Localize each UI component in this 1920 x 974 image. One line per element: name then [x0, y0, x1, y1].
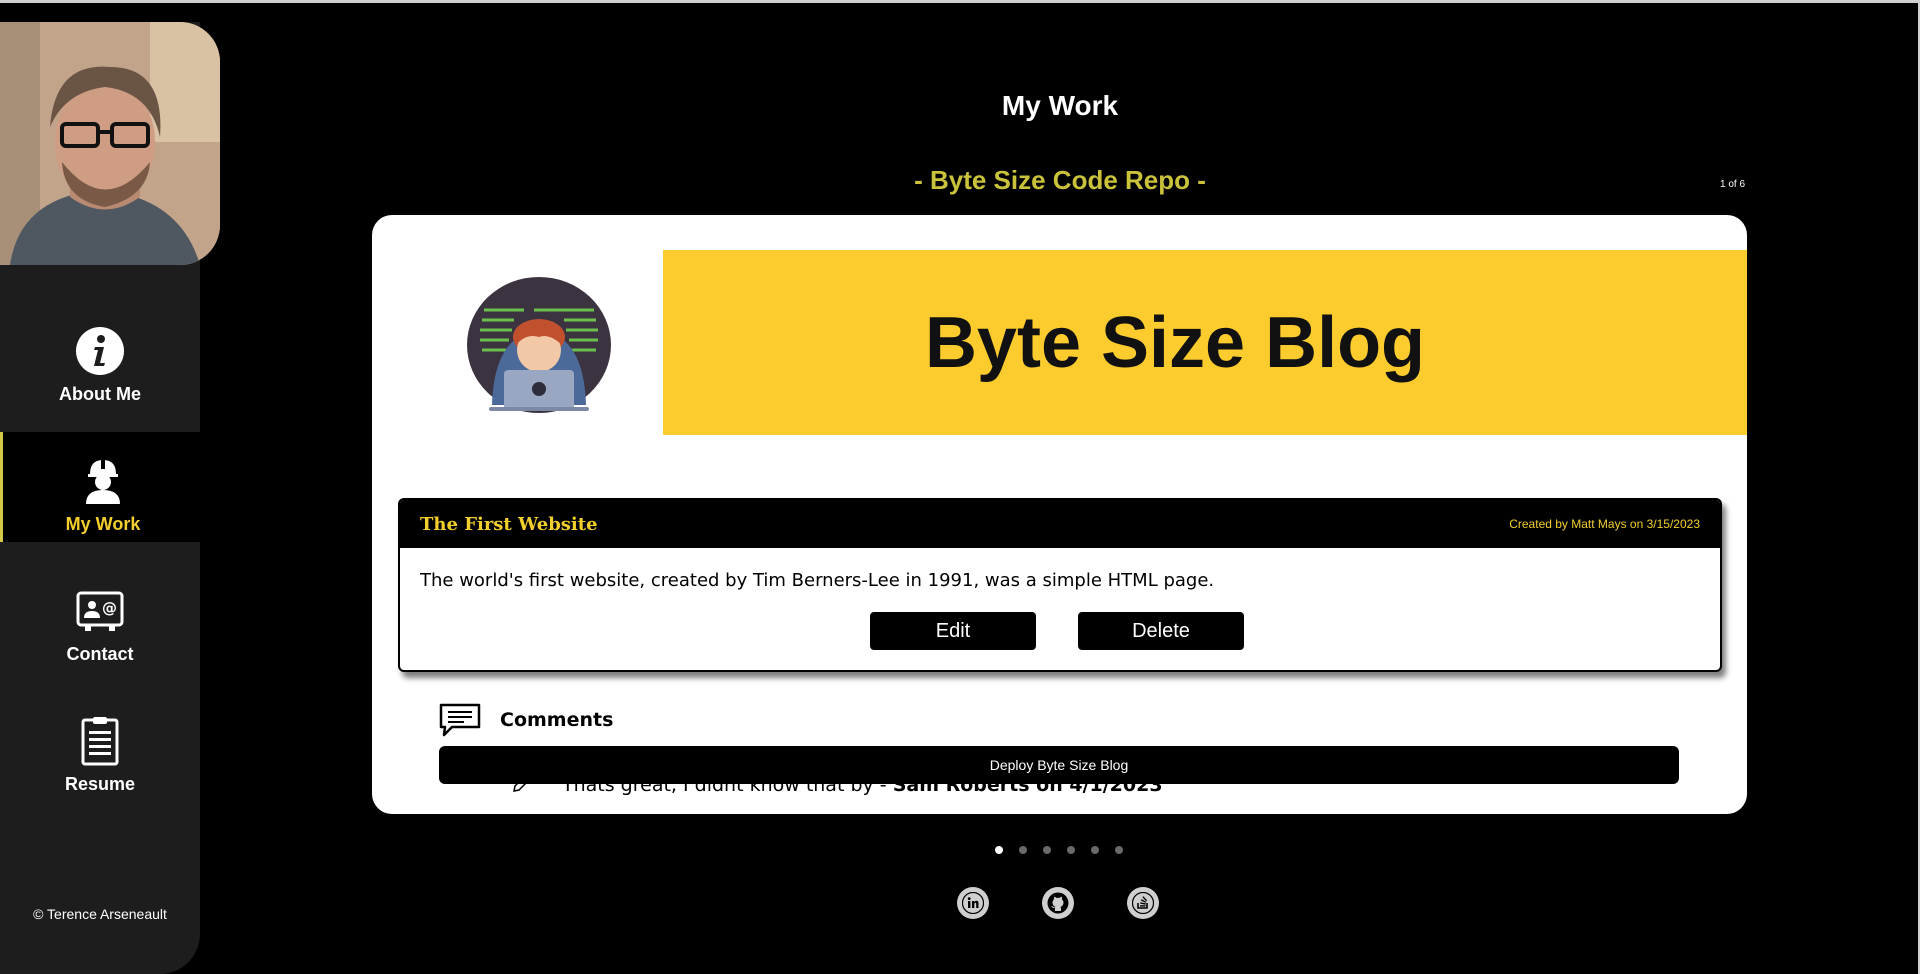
slide-counter: 1 of 6 — [1720, 179, 1746, 190]
post-body: The world's first website, created by Ti… — [420, 570, 1215, 591]
sidebar-item-label: Resume — [64, 774, 136, 794]
banner-text: Byte Size Blog — [924, 302, 1426, 383]
sidebar-item-resume[interactable]: Resume — [0, 692, 200, 802]
sidebar-item-label: About Me — [59, 384, 141, 404]
project-title: - Byte Size Code Repo - — [914, 165, 1206, 195]
delete-button[interactable]: Delete — [1078, 612, 1244, 650]
carousel-dot[interactable] — [1019, 846, 1027, 854]
edit-button[interactable]: Edit — [870, 612, 1036, 650]
sidebar-item-contact[interactable]: @ Contact — [0, 562, 200, 672]
github-icon — [1047, 892, 1069, 914]
sidebar-item-label: My Work — [65, 514, 141, 534]
post-title: The First Website — [420, 514, 598, 535]
project-card: Byte Size Blog The First Website Created… — [372, 215, 1747, 814]
carousel-dot[interactable] — [1067, 846, 1075, 854]
post-header: The First Website Created by Matt Mays o… — [400, 500, 1720, 548]
linkedin-link[interactable] — [957, 887, 989, 919]
deploy-button[interactable]: Deploy Byte Size Blog — [439, 746, 1679, 784]
project-banner: Byte Size Blog — [663, 250, 1747, 435]
carousel-dot[interactable] — [1115, 846, 1123, 854]
project-logo — [464, 275, 614, 415]
comments-heading: Comments — [500, 709, 614, 731]
stackoverflow-icon — [1132, 892, 1154, 914]
sidebar-item-my-work[interactable]: My Work — [0, 432, 203, 542]
profile-photo — [0, 22, 220, 265]
comment-icon — [439, 703, 481, 737]
linkedin-icon — [962, 892, 984, 914]
page-title: My Work — [1001, 90, 1119, 121]
sidebar-item-label: Contact — [66, 644, 134, 664]
blog-post-card: The First Website Created by Matt Mays o… — [398, 498, 1722, 672]
post-meta: Created by Matt Mays on 3/15/2023 — [1509, 517, 1700, 531]
carousel-dot[interactable] — [1091, 846, 1099, 854]
sidebar-item-about-me[interactable]: About Me — [0, 302, 200, 412]
window-top-border — [0, 0, 1920, 3]
worker-icon — [86, 459, 120, 504]
coder-illustration — [467, 277, 611, 413]
github-link[interactable] — [1042, 887, 1074, 919]
info-icon — [76, 327, 124, 375]
carousel-pagination — [995, 846, 1123, 854]
carousel-dot[interactable] — [995, 846, 1003, 854]
carousel-dot[interactable] — [1043, 846, 1051, 854]
document-icon — [81, 717, 119, 766]
copyright-text: © Terence Arseneault — [33, 906, 167, 922]
contact-card-icon: @ — [76, 591, 124, 631]
avatar — [0, 22, 220, 265]
svg-text:@: @ — [102, 599, 117, 617]
stackoverflow-link[interactable] — [1127, 887, 1159, 919]
